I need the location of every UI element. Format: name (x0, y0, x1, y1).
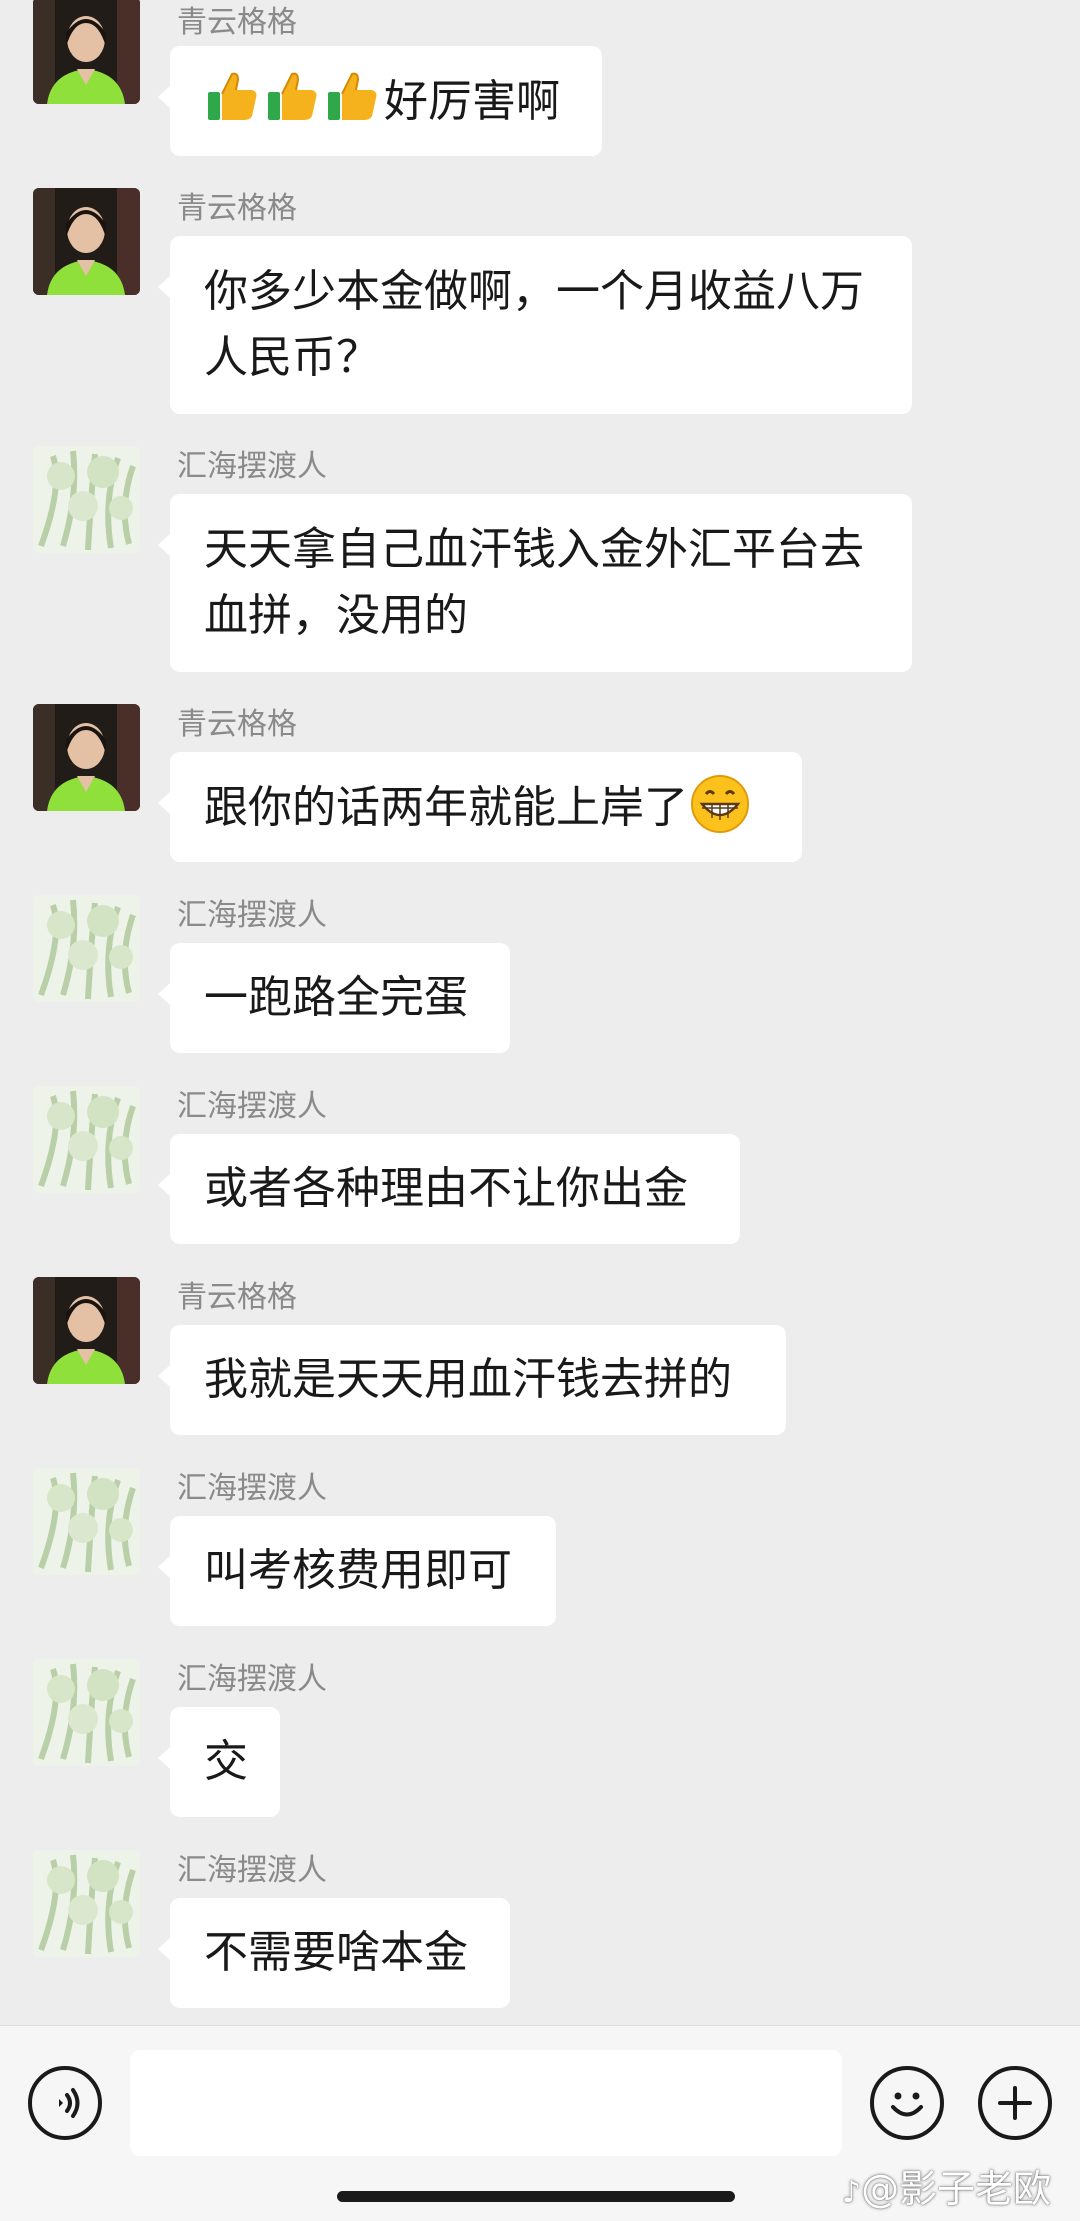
thumbs-up-icon (324, 68, 380, 143)
avatar-qingyungege[interactable] (33, 1277, 140, 1384)
plus-icon (998, 2086, 1032, 2120)
message-bubble[interactable]: 你多少本金做啊，一个月收益八万人民币？ (158, 236, 912, 414)
message-bubble[interactable]: 天天拿自己血汗钱入金外汇平台去血拼，没用的 (158, 494, 912, 672)
message-bubble[interactable]: 一跑路全完蛋 (158, 943, 510, 1053)
watermark: ♪@影子老欧 (842, 2167, 1052, 2211)
message-text: 叫考核费用即可 (204, 1545, 512, 1596)
message-bubble[interactable]: 交 (158, 1707, 280, 1817)
message-text: 跟你的话两年就能上岸了 (204, 782, 688, 833)
watermark-logo-icon: ♪ (842, 2175, 862, 2210)
thumbs-up-icon (204, 68, 260, 143)
avatar-huihaibaiduren[interactable] (33, 895, 140, 1002)
grinning-face-icon (690, 774, 750, 853)
message-text: 一跑路全完蛋 (204, 972, 468, 1023)
chat-area[interactable]: 青云格格 好厉害啊 青云格格 你多少本金做啊，一个月收益八万人民币？ 汇海摆渡人… (0, 0, 1080, 2025)
message-bubble[interactable]: 或者各种理由不让你出金 (158, 1134, 740, 1244)
sender-name: 汇海摆渡人 (177, 1089, 327, 1124)
message-text: 你多少本金做啊，一个月收益八万人民币？ (204, 266, 864, 383)
message-bubble[interactable]: 不需要啥本金 (158, 1898, 510, 2008)
sender-name: 青云格格 (177, 1280, 297, 1315)
message-text: 天天拿自己血汗钱入金外汇平台去血拼，没用的 (204, 524, 864, 641)
message-text: 好厉害啊 (384, 76, 560, 127)
sender-name: 汇海摆渡人 (177, 898, 327, 933)
message-text: 我就是天天用血汗钱去拼的 (204, 1354, 732, 1405)
sender-name: 青云格格 (177, 707, 297, 742)
avatar-huihaibaiduren[interactable] (33, 446, 140, 553)
avatar-huihaibaiduren[interactable] (33, 1850, 140, 1957)
sender-name: 汇海摆渡人 (177, 1853, 327, 1888)
sender-name: 青云格格 (177, 191, 297, 226)
message-bubble[interactable]: 我就是天天用血汗钱去拼的 (158, 1325, 786, 1435)
sender-name: 汇海摆渡人 (177, 1662, 327, 1697)
avatar-huihaibaiduren[interactable] (33, 1468, 140, 1575)
voice-icon (59, 2088, 80, 2118)
voice-button[interactable] (28, 2066, 102, 2140)
message-bubble[interactable]: 跟你的话两年就能上岸了 (158, 752, 802, 862)
sender-name: 青云格格 (177, 5, 297, 40)
more-button[interactable] (978, 2066, 1052, 2140)
message-text: 交 (204, 1736, 248, 1787)
message-bubble[interactable]: 好厉害啊 (158, 46, 602, 156)
message-text: 不需要啥本金 (204, 1927, 468, 1978)
emoji-icon (891, 2092, 923, 2117)
avatar-huihaibaiduren[interactable] (33, 1659, 140, 1766)
home-indicator[interactable] (337, 2191, 735, 2202)
input-bar: ♪@影子老欧 (0, 2025, 1080, 2221)
sender-name: 汇海摆渡人 (177, 1471, 327, 1506)
sender-name: 汇海摆渡人 (177, 449, 327, 484)
message-input[interactable] (130, 2050, 842, 2156)
avatar-qingyungege[interactable] (33, 704, 140, 811)
avatar-huihaibaiduren[interactable] (33, 1086, 140, 1193)
avatar-qingyungege[interactable] (33, 188, 140, 295)
thumbs-up-icon (264, 68, 320, 143)
emoji-button[interactable] (870, 2066, 944, 2140)
message-bubble[interactable]: 叫考核费用即可 (158, 1516, 556, 1626)
avatar-qingyungege[interactable] (33, 0, 140, 104)
message-text: 或者各种理由不让你出金 (204, 1163, 688, 1214)
